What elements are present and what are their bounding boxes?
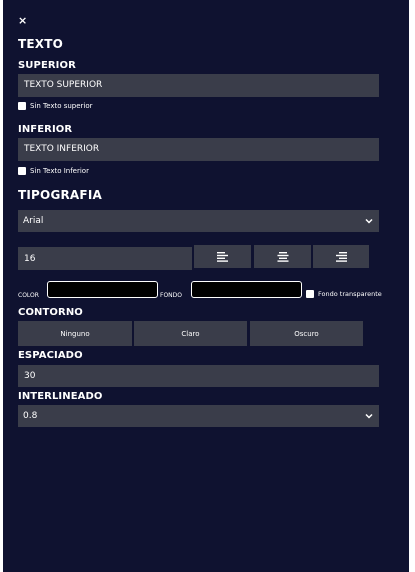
interlineado-label: INTERLINEADO [18, 391, 103, 402]
contorno-ninguno-button[interactable]: Ninguno [18, 321, 132, 346]
panel-title: TEXTO [18, 37, 64, 51]
espaciado-value: 30 [24, 371, 36, 381]
espaciado-input[interactable]: 30 [18, 365, 379, 387]
sin-texto-superior-checkbox[interactable] [18, 102, 26, 110]
fondo-transparente-label: Fondo transparente [318, 290, 382, 298]
contorno-oscuro-button[interactable]: Oscuro [250, 321, 363, 346]
align-left-button[interactable] [194, 245, 251, 268]
contorno-claro-label: Claro [181, 329, 200, 338]
close-button[interactable]: × [18, 14, 27, 28]
contorno-ninguno-label: Ninguno [60, 329, 90, 338]
inferior-text-input[interactable]: TEXTO INFERIOR [18, 138, 379, 161]
contorno-oscuro-label: Oscuro [294, 329, 319, 338]
chevron-down-icon [365, 218, 373, 224]
sin-texto-inferior-label: Sin Texto Inferior [30, 167, 89, 175]
fondo-transparente-row: Fondo transparente [306, 290, 382, 298]
align-left-icon [216, 251, 228, 262]
font-size-value: 16 [24, 253, 36, 264]
text-settings-panel: × TEXTO SUPERIOR TEXTO SUPERIOR Sin Text… [3, 0, 409, 572]
interlineado-select[interactable]: 0.8 [18, 405, 379, 427]
color-label: COLOR [18, 292, 39, 299]
sin-texto-inferior-checkbox[interactable] [18, 167, 26, 175]
chevron-down-icon [365, 413, 373, 419]
fondo-label: FONDO [160, 292, 183, 299]
contorno-label: CONTORNO [18, 307, 83, 318]
font-family-value: Arial [23, 216, 44, 226]
fondo-transparente-checkbox[interactable] [306, 290, 314, 298]
background-color-picker[interactable] [191, 281, 302, 298]
font-family-select[interactable]: Arial [18, 210, 379, 232]
superior-text-input[interactable]: TEXTO SUPERIOR [18, 74, 379, 97]
align-right-button[interactable] [313, 245, 369, 268]
font-size-input[interactable]: 16 [18, 247, 192, 270]
interlineado-value: 0.8 [23, 411, 38, 421]
align-center-icon [277, 251, 288, 262]
sin-texto-inferior-row: Sin Texto Inferior [18, 167, 89, 175]
align-center-button[interactable] [254, 245, 311, 268]
espaciado-label: ESPACIADO [18, 350, 83, 361]
align-right-icon [336, 251, 347, 262]
contorno-claro-button[interactable]: Claro [134, 321, 247, 346]
inferior-label: INFERIOR [18, 124, 73, 135]
tipografia-label: TIPOGRAFIA [18, 188, 102, 202]
sin-texto-superior-row: Sin Texto superior [18, 102, 93, 110]
superior-label: SUPERIOR [18, 60, 76, 71]
close-icon: × [18, 14, 28, 27]
sin-texto-superior-label: Sin Texto superior [30, 102, 93, 110]
text-color-picker[interactable] [47, 281, 158, 298]
